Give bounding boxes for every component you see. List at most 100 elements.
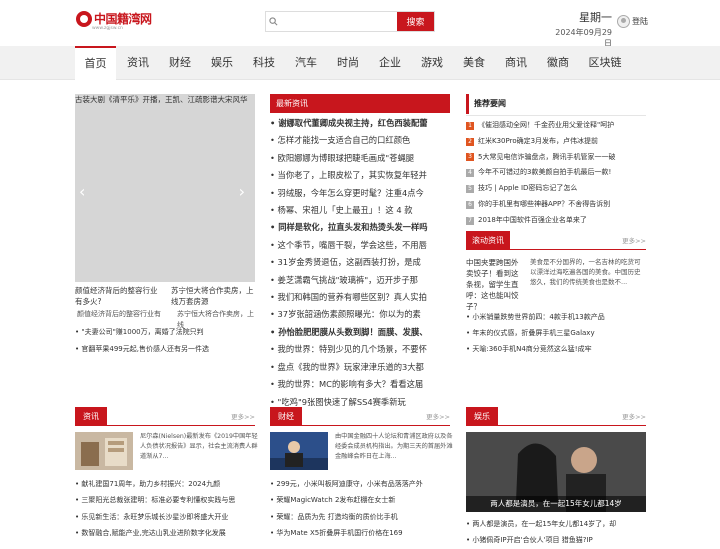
nav-item-food[interactable]: 美食 (453, 46, 495, 80)
more-link[interactable]: 更多>> (622, 235, 646, 245)
nav-item-games[interactable]: 游戏 (411, 46, 453, 80)
slider-caption[interactable]: 古装大剧《清平乐》开播，王凯、江疏影谱大宋风华 (75, 94, 255, 105)
photo-caption[interactable]: 两人都是演员，在一起15年女儿都14岁 (466, 496, 646, 512)
divider (466, 115, 646, 116)
news-item[interactable]: 我的世界：特别少见的几个场景，不要怀 (270, 341, 450, 358)
section-finance-header: 财经 更多>> (270, 407, 450, 426)
news-item[interactable]: 欧阳娜娜为博眼球把睫毛画成"苍蝇腿 (270, 150, 450, 167)
date-display: 星期一 2024年09月29日 (552, 9, 612, 49)
section-news-header: 资讯 更多>> (75, 407, 255, 426)
main-nav: 首页 资讯 财经 娱乐 科技 汽车 时尚 企业 游戏 美食 商讯 徽商 区块链 (0, 46, 720, 80)
nav-item-finance[interactable]: 财经 (159, 46, 201, 80)
chevron-left-icon[interactable]: ‹ (79, 182, 85, 201)
more-link[interactable]: 更多>> (622, 411, 646, 421)
news-item[interactable]: 杨幂、宋祖儿「史上最丑」！这 4 款 (270, 202, 450, 219)
latest-news-list: 谢娜取代董卿成央视主持，红色西装配蕾 怎样才能找一支适合自己的口红颜色 欧阳娜娜… (270, 115, 450, 411)
login-link[interactable]: 登陆 (617, 15, 648, 28)
list-item[interactable]: 华为Mate X5折叠屏手机国行价格在169 (270, 525, 450, 541)
hero-slider[interactable]: 古装大剧《清平乐》开播，王凯、江疏影谱大宋风华 ‹ › (75, 94, 255, 282)
list-item[interactable]: 4 今年不可错过的3款美颜自拍手机最后一款! (466, 165, 646, 181)
nav-item-enterprise[interactable]: 企业 (369, 46, 411, 80)
news-item[interactable]: 盘点《我的世界》玩家津津乐道的3大都 (270, 359, 450, 376)
list-item[interactable]: 3 5大常见电信诈骗盘点，腾讯手机管家一一破 (466, 150, 646, 166)
list-item[interactable]: 数智融合,赋能产业,完达山乳业进阶数字化发展 (75, 525, 255, 541)
nav-item-tech[interactable]: 科技 (243, 46, 285, 80)
news-item[interactable]: 孙怡脸肥肥膜从头数到脚！面膜、发膜、 (270, 324, 450, 341)
news-item[interactable]: 姜芝潇霸气挑战"玻璃裤"，迈开步子那 (270, 272, 450, 289)
news-item[interactable]: 怎样才能找一支适合自己的口红颜色 (270, 132, 450, 149)
scroll-news-header: 滚动资讯 更多>> (466, 231, 646, 250)
list-item[interactable]: 5 技巧 | Apple ID密码忘记了怎么 (466, 181, 646, 197)
list-item[interactable]: 1 《催泪感动全网！千金药业用父爱诠释"呵护 (466, 118, 646, 134)
section-finance-image[interactable] (270, 432, 328, 470)
section-summary: 尼尔森(Nielsen)最新发布《2019中国年轻人负债状况报告》显示，社会主流… (140, 433, 258, 460)
news-item[interactable]: 同样是软化，拉直头发和热烫头发一样吗 (270, 219, 450, 236)
search-button[interactable]: 搜索 (397, 12, 434, 31)
list-item[interactable]: 荣耀：品质为先 打造均衡的质价比手机 (270, 509, 450, 525)
list-item[interactable]: 6 你的手机里有哪些神器APP？不舍得告诉别 (466, 197, 646, 213)
chevron-right-icon[interactable]: › (239, 182, 245, 201)
section-title: 娱乐 (466, 407, 498, 426)
thumb-item[interactable]: 颜值经济背后的整容行业有多火? 颜值经济背后的整容行业有 (75, 285, 161, 320)
news-item[interactable]: 当你老了，上眼皮松了，其实恢复年轻并 (270, 167, 450, 184)
scroll-news-list: 小米销量跌势世界前四：4款手机13款产品 年末的仪式感，折叠屏手机三星Galax… (466, 309, 646, 357)
news-item[interactable]: 我们和韩国的营养有哪些区别？真人实拍 (270, 289, 450, 306)
latest-news-header: 最新资讯 (270, 94, 450, 113)
more-link[interactable]: 更多>> (426, 411, 450, 421)
section-news-list: 献礼建国71周年，助力乡村振兴：2024九颜 三聚阳光总裁张建明：标准必要专利懂… (75, 476, 255, 541)
news-item[interactable]: 37岁张韶涵伤素颜照曝光：你以为的素 (270, 306, 450, 323)
section-entertainment-photo[interactable]: 两人都是演员，在一起15年女儿都14岁 (466, 432, 646, 512)
section-news-image[interactable] (75, 432, 133, 470)
nav-item-huishang[interactable]: 徽商 (537, 46, 579, 80)
list-item[interactable]: 299元，小米叫板阿迪康守，小米有品落落产外 (270, 476, 450, 492)
section-finance-list: 299元，小米叫板阿迪康守，小米有品落落产外 荣耀MagicWatch 2发布赶… (270, 476, 450, 541)
thumb-note: 颜值经济背后的整容行业有 (77, 310, 161, 318)
section-entertainment-header: 娱乐 更多>> (466, 407, 646, 426)
nav-item-business[interactable]: 商讯 (495, 46, 537, 80)
scroll-news-summary: 美食是不分国界的，一名吉林的吃货可以漂洋过海吃遍各国的美食。中国历史悠久，我们的… (530, 258, 641, 286)
left-news-list: • "夫妻公司"赚1000万，离婚了法院只判 • 官翻苹果499元起,售价感人还… (75, 324, 255, 358)
nav-item-blockchain[interactable]: 区块链 (579, 46, 631, 80)
search-icon (266, 12, 280, 31)
news-item[interactable]: 谢娜取代董卿成央视主持，红色西装配蕾 (270, 115, 450, 132)
header: 中国籍湾网 www.zgjsw.cn 搜索 星期一 2024年09月29日 登陆 (0, 0, 720, 49)
list-item[interactable]: 小猪佩奇IP开启'合伙人'项目 猎鱼猫?IP (466, 532, 646, 548)
thumb-title[interactable]: 苏宁恒大将合作卖房，上线万套房源 (171, 285, 257, 307)
list-item[interactable]: 7 2018年中国软件百强企业名单来了 (466, 213, 646, 229)
list-item[interactable]: 献礼建国71周年，助力乡村振兴：2024九颜 (75, 476, 255, 492)
nav-item-fashion[interactable]: 时尚 (327, 46, 369, 80)
section-title: 财经 (270, 407, 302, 426)
list-item[interactable]: 2 红米K30Pro确定3月发布，卢伟冰提前 (466, 134, 646, 150)
list-item[interactable]: 小米销量跌势世界前四：4款手机13款产品 (466, 309, 646, 325)
section-entertainment-list: 两人都是演员，在一起15年女儿都14岁了，却 小猪佩奇IP开启'合伙人'项目 猎… (466, 516, 646, 549)
scroll-news-image-caption[interactable]: 中国夹要跨国外卖饺子！看到这条视，留学生直呼：这也能叫饺子？ (466, 257, 521, 311)
news-item[interactable]: 我的世界：MC的影响有多大？看看这届 (270, 376, 450, 393)
recommend-header: 推荐要闻 (466, 94, 646, 114)
thumb-title[interactable]: 颜值经济背后的整容行业有多火? (75, 285, 161, 307)
recommend-list: 1 《催泪感动全网！千金药业用父爱诠释"呵护 2 红米K30Pro确定3月发布，卢伟… (466, 118, 646, 229)
list-item[interactable]: 天喻:360手机N4商分竞然这么猛!成牢 (466, 341, 646, 357)
news-item[interactable]: 31岁金秀贤退伍，这副西装打扮，是成 (270, 254, 450, 271)
list-item[interactable]: 荣耀MagicWatch 2发布赶棚在女士新 (270, 492, 450, 508)
user-avatar-icon (617, 15, 630, 28)
weekday: 星期一 (579, 11, 612, 24)
nav-item-auto[interactable]: 汽车 (285, 46, 327, 80)
list-item[interactable]: 三聚阳光总裁张建明：标准必要专利懂权实践与思 (75, 492, 255, 508)
list-item[interactable]: 两人都是演员，在一起15年女儿都14岁了，却 (466, 516, 646, 532)
scroll-news-title: 滚动资讯 (466, 231, 510, 250)
logo-text: 中国籍湾网 (94, 12, 152, 26)
nav-item-news[interactable]: 资讯 (117, 46, 159, 80)
search-input[interactable] (280, 12, 397, 31)
list-item[interactable]: 年末的仪式感，折叠屏手机三星Galaxy (466, 325, 646, 341)
news-item[interactable]: 这个季节，嘴唇干裂，学会这些，不用唇 (270, 237, 450, 254)
more-link[interactable]: 更多>> (231, 411, 255, 421)
nav-item-home[interactable]: 首页 (75, 46, 116, 80)
site-logo[interactable]: 中国籍湾网 www.zgjsw.cn (76, 10, 152, 31)
search-box: 搜索 (265, 11, 435, 32)
list-item[interactable]: • 官翻苹果499元起,售价感人还有另一件选 (75, 341, 255, 358)
news-item[interactable]: 羽绒服，今年怎么穿更时髦？注重4点今 (270, 185, 450, 202)
list-item[interactable]: • "夫妻公司"赚1000万，离婚了法院只判 (75, 324, 255, 341)
list-item[interactable]: 乐见新生活：永旺梦乐城长沙星沙即将盛大开业 (75, 509, 255, 525)
nav-item-entertainment[interactable]: 娱乐 (201, 46, 243, 80)
section-summary: 由中国金融四十人论坛和青浦区政府以及各经委会成员机构指出。为期三天的首届外滩金融… (335, 433, 453, 460)
